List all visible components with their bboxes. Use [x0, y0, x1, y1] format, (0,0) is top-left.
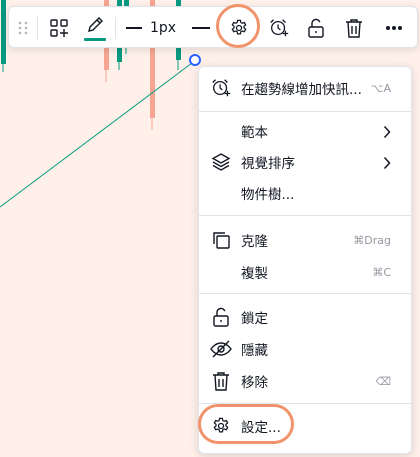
trend-line-handle[interactable] — [189, 54, 201, 66]
menu-item-shortcut: ⌫ — [375, 374, 391, 388]
lock-button[interactable] — [299, 7, 333, 49]
chevron-right-icon — [383, 124, 391, 143]
menu-item-label: 複製 — [241, 266, 268, 282]
layers-icon — [209, 150, 233, 174]
line-color-button[interactable] — [77, 7, 113, 49]
context-menu: 在趨勢線增加快訊... ⌥A 範本 視覺排序 物件樹... 克隆 ⌘Drag 複… — [198, 66, 412, 454]
menu-item-label: 範本 — [241, 125, 268, 141]
line-color-swatch — [84, 38, 106, 41]
eye-off-icon — [209, 337, 233, 361]
gear-icon — [231, 19, 247, 35]
menu-item-shortcut: ⌘C — [372, 265, 391, 279]
line-width-button[interactable]: 1px — [121, 7, 181, 49]
unlock-icon — [308, 18, 324, 38]
line-width-label: 1px — [149, 20, 177, 36]
menu-divider — [199, 215, 411, 216]
clone-icon — [209, 228, 233, 252]
chevron-right-icon — [383, 155, 391, 174]
menu-item-label: 設定... — [241, 420, 281, 436]
drawing-toolbar: 1px — [8, 6, 418, 48]
settings-button[interactable] — [219, 7, 259, 49]
add-object-icon[interactable] — [41, 7, 77, 49]
add-alert-button[interactable] — [261, 7, 297, 49]
more-icon — [386, 26, 402, 30]
menu-item-label: 克隆 — [241, 234, 268, 250]
menu-item-label: 視覺排序 — [241, 156, 295, 172]
alarm-add-icon — [270, 19, 289, 37]
trash-icon — [209, 369, 233, 393]
menu-item-label: 鎖定 — [241, 311, 268, 327]
menu-item-settings[interactable]: 設定... — [199, 411, 411, 441]
alarm-add-icon — [209, 76, 233, 100]
line-width-dash-icon — [125, 27, 142, 29]
pencil-icon — [84, 15, 106, 41]
menu-item-object-tree[interactable]: 物件樹... — [199, 178, 411, 208]
candle-body — [1, 0, 6, 64]
menu-divider — [199, 293, 411, 294]
menu-divider — [199, 111, 411, 112]
menu-item-label: 移除 — [241, 375, 268, 391]
remove-button[interactable] — [337, 7, 371, 49]
menu-item-clone[interactable]: 克隆 ⌘Drag — [199, 225, 411, 255]
menu-item-shortcut: ⌥A — [370, 81, 391, 95]
trash-icon — [346, 19, 362, 38]
line-style-button[interactable] — [185, 7, 217, 49]
menu-item-templates[interactable]: 範本 — [199, 116, 411, 146]
line-style-icon — [192, 27, 210, 29]
menu-item-label: 隱藏 — [241, 343, 268, 359]
menu-item-visual-order[interactable]: 視覺排序 — [199, 147, 411, 177]
menu-item-lock[interactable]: 鎖定 — [199, 302, 411, 332]
toolbar-divider — [115, 17, 116, 39]
menu-item-hide[interactable]: 隱藏 — [199, 334, 411, 364]
menu-item-copy[interactable]: 複製 ⌘C — [199, 257, 411, 287]
menu-divider — [199, 403, 411, 404]
menu-item-label: 在趨勢線增加快訊... — [241, 82, 362, 98]
gear-icon — [209, 414, 233, 438]
more-button[interactable] — [375, 7, 413, 49]
drag-handle-icon[interactable] — [13, 7, 33, 49]
unlock-icon — [209, 305, 233, 329]
toolbar-divider — [37, 17, 38, 39]
menu-item-label: 物件樹... — [241, 187, 295, 203]
menu-item-shortcut: ⌘Drag — [353, 233, 391, 247]
menu-item-add-alert[interactable]: 在趨勢線增加快訊... ⌥A — [199, 73, 411, 103]
menu-item-remove[interactable]: 移除 ⌫ — [199, 366, 411, 396]
